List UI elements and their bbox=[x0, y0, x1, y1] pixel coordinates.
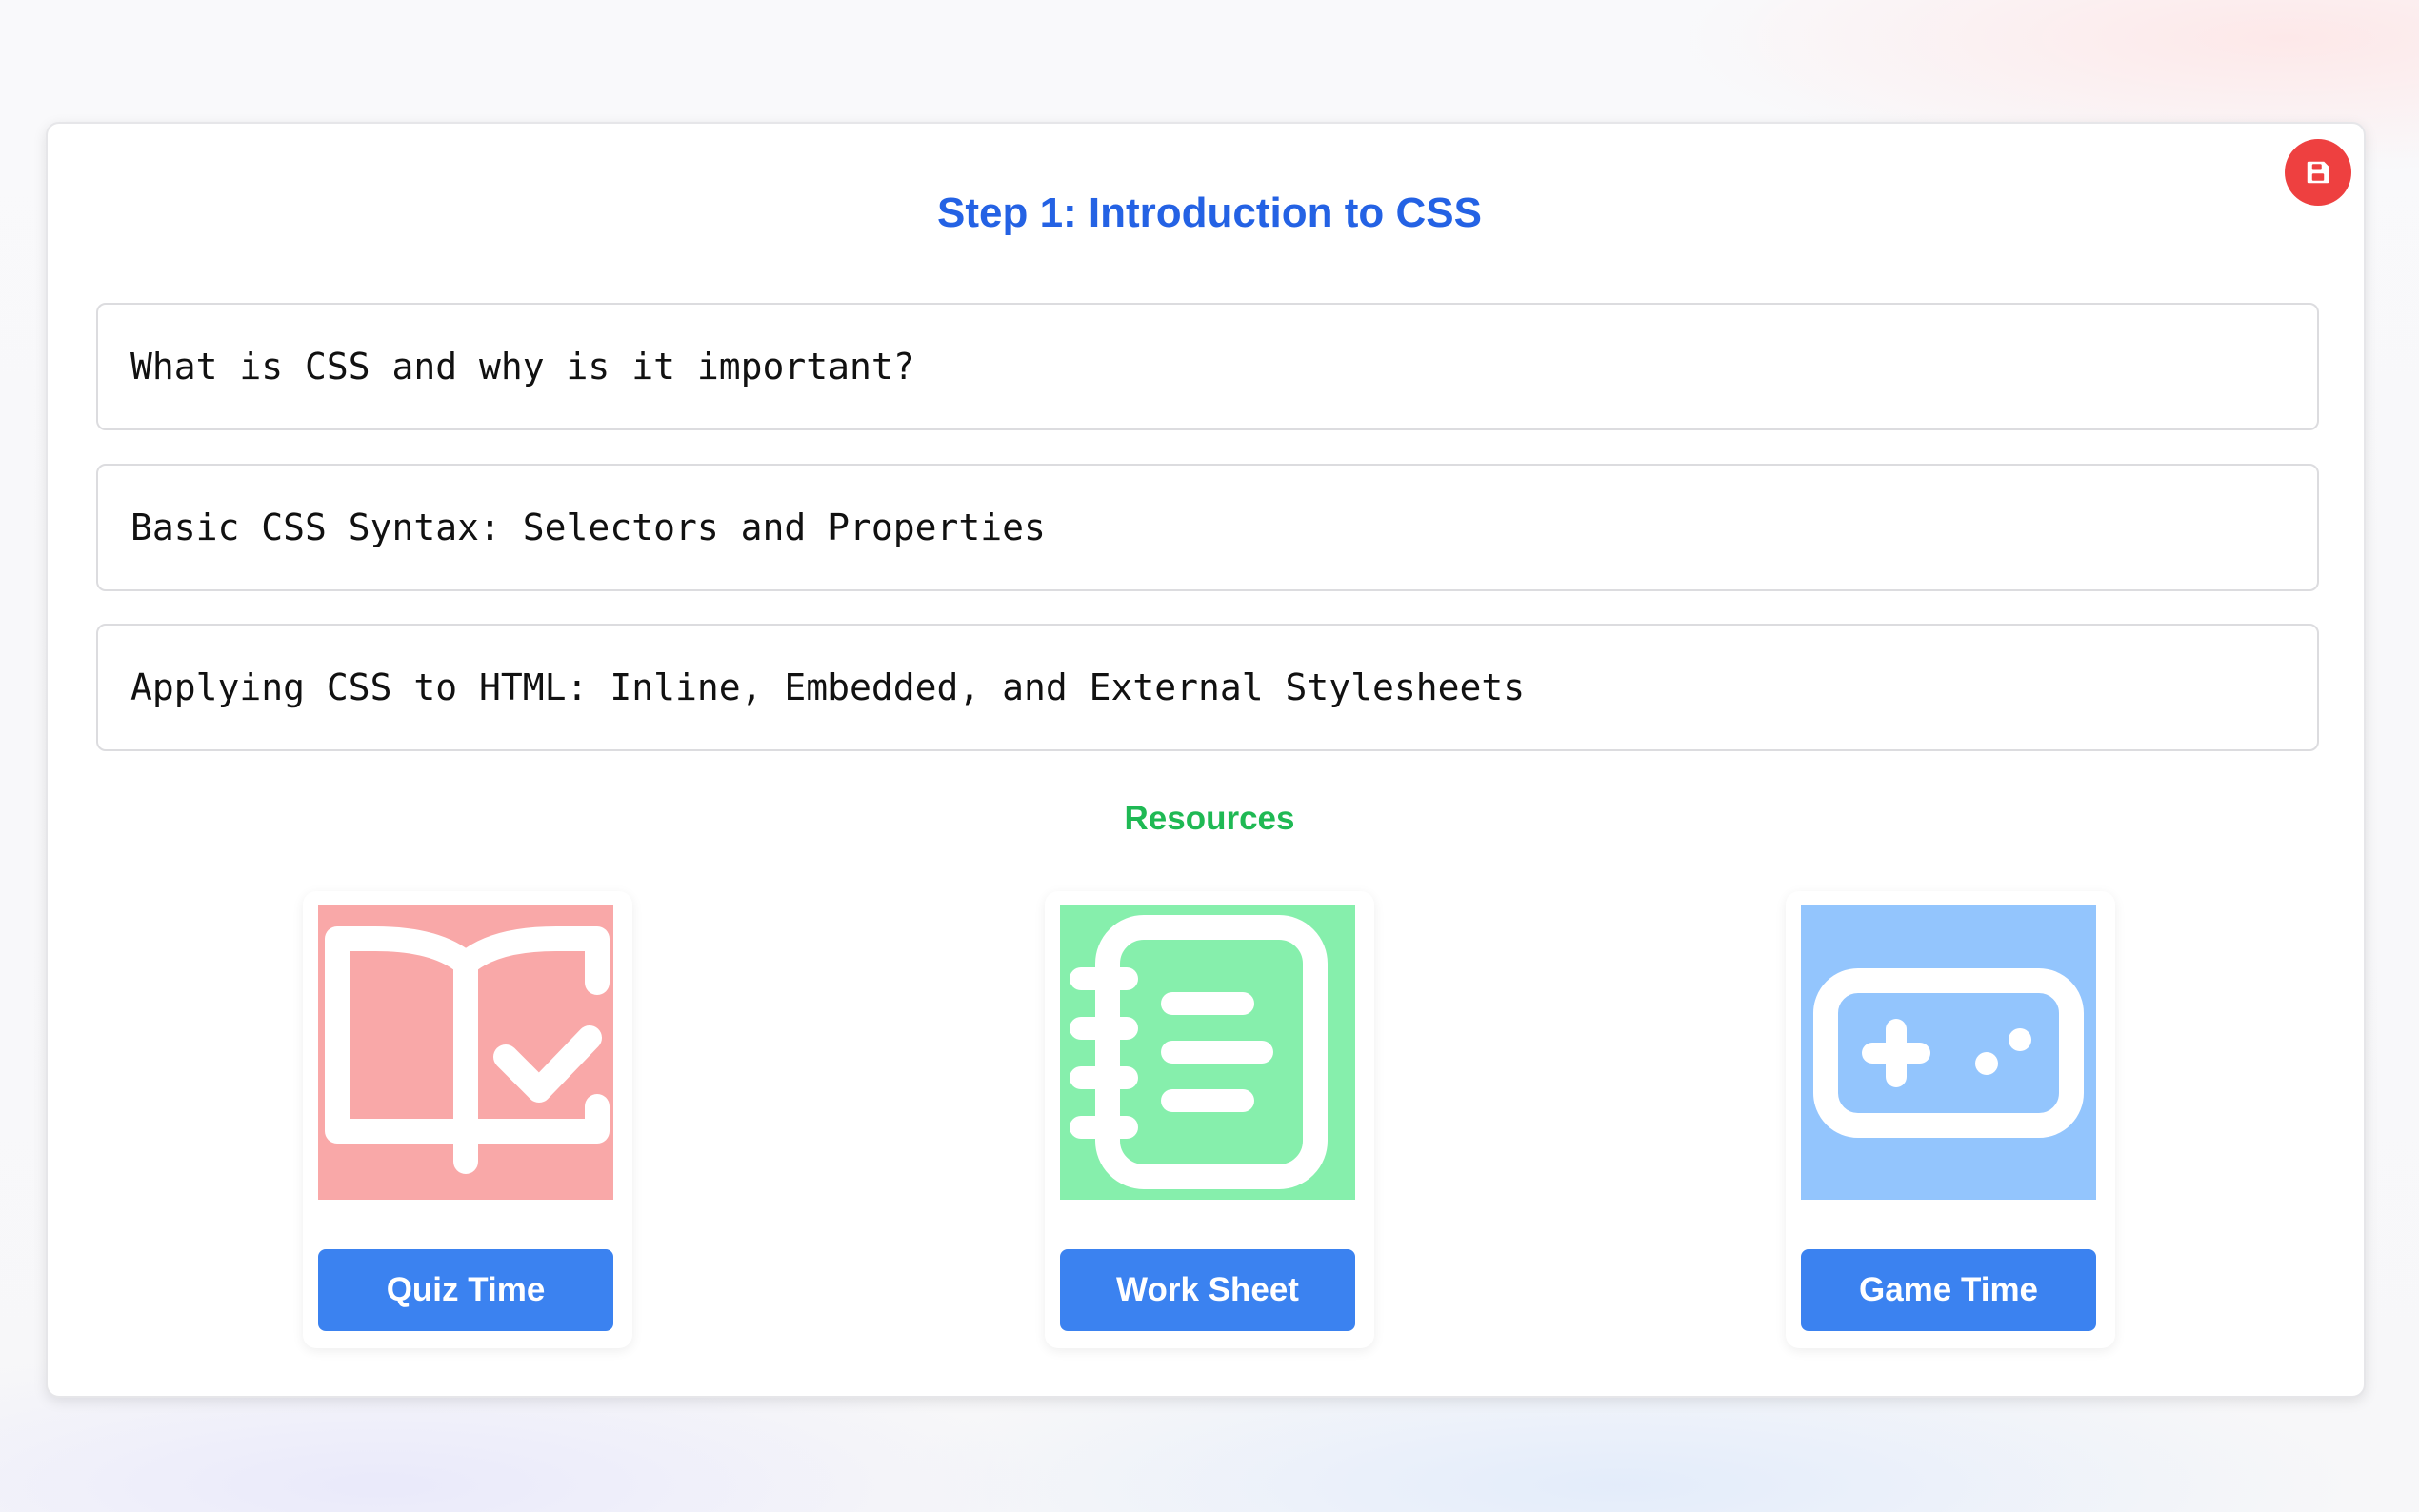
notebook-list-icon bbox=[1060, 905, 1355, 1200]
quiz-time-label: Quiz Time bbox=[386, 1271, 546, 1308]
topic-text: Applying CSS to HTML: Inline, Embedded, … bbox=[130, 666, 1526, 708]
work-sheet-label: Work Sheet bbox=[1116, 1271, 1299, 1308]
resource-card-worksheet: Work Sheet bbox=[1045, 891, 1374, 1348]
resources-heading: Resources bbox=[1124, 800, 1295, 837]
topic-item[interactable]: Basic CSS Syntax: Selectors and Properti… bbox=[96, 464, 2319, 591]
quiz-time-button[interactable]: Quiz Time bbox=[318, 1249, 613, 1331]
topic-item[interactable]: What is CSS and why is it important? bbox=[96, 303, 2319, 430]
resource-card-quiz: Quiz Time bbox=[303, 891, 632, 1348]
topic-text: What is CSS and why is it important? bbox=[130, 346, 915, 388]
topic-item[interactable]: Applying CSS to HTML: Inline, Embedded, … bbox=[96, 624, 2319, 751]
work-sheet-button[interactable]: Work Sheet bbox=[1060, 1249, 1355, 1331]
resource-card-game: Game Time bbox=[1786, 891, 2115, 1348]
game-time-label: Game Time bbox=[1858, 1271, 2039, 1308]
gamepad-icon bbox=[1801, 905, 2096, 1200]
save-icon bbox=[2307, 161, 2329, 184]
game-time-button[interactable]: Game Time bbox=[1801, 1249, 2096, 1331]
topic-text: Basic CSS Syntax: Selectors and Properti… bbox=[130, 507, 1046, 548]
book-check-icon bbox=[318, 905, 613, 1200]
page-title: Step 1: Introduction to CSS bbox=[937, 189, 1482, 236]
